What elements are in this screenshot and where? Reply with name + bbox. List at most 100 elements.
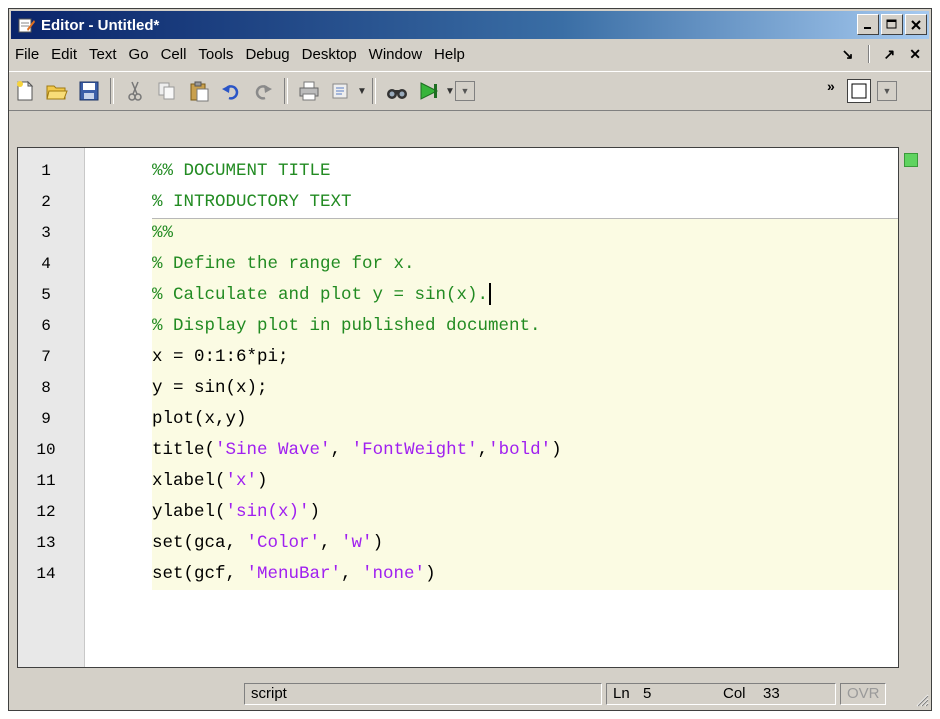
line-number: 10: [36, 441, 56, 459]
message-indicator[interactable]: [904, 153, 918, 167]
layout-icon: [851, 83, 867, 99]
code-token: ): [257, 471, 268, 491]
open-button[interactable]: [44, 78, 70, 104]
minimize-button[interactable]: [857, 14, 879, 35]
code-line[interactable]: 11 xlabel('x'): [18, 466, 898, 497]
code-text: ylabel('sin(x)'): [152, 497, 898, 528]
cut-button[interactable]: [122, 78, 148, 104]
line-number: 3: [41, 224, 51, 242]
redo-button[interactable]: [250, 78, 276, 104]
code-line[interactable]: 14 set(gcf, 'MenuBar', 'none'): [18, 559, 898, 590]
code-line[interactable]: 10 title('Sine Wave', 'FontWeight','bold'…: [18, 435, 898, 466]
code-line[interactable]: 12 ylabel('sin(x)'): [18, 497, 898, 528]
string-token: 'none': [362, 564, 426, 584]
code-line[interactable]: 4 % Define the range for x.: [18, 249, 898, 280]
line-number: 11: [36, 472, 56, 490]
code-token: plot(x,y): [152, 409, 247, 429]
layout-button[interactable]: [847, 79, 871, 103]
menu-edit[interactable]: Edit: [45, 46, 83, 63]
code-text: % Calculate and plot y = sin(x).: [152, 280, 898, 311]
menu-go[interactable]: Go: [123, 46, 155, 63]
code-line[interactable]: 3%%: [18, 218, 898, 249]
column-value: 33: [763, 685, 780, 702]
menu-bar: File Edit Text Go Cell Tools Debug Deskt…: [9, 39, 931, 69]
code-text: y = sin(x);: [152, 373, 898, 404]
publish-dropdown-arrow[interactable]: ▼: [357, 86, 367, 97]
code-line[interactable]: 7 x = 0:1:6*pi;: [18, 342, 898, 373]
code-token: set(gca,: [152, 533, 247, 553]
code-token: ): [425, 564, 436, 584]
line-number: 9: [41, 410, 51, 428]
string-token: 'w': [341, 533, 373, 553]
resize-grip-icon[interactable]: [915, 693, 929, 707]
print-button[interactable]: [296, 78, 322, 104]
layout-dropdown[interactable]: ▼: [877, 81, 897, 101]
paste-icon: [190, 81, 209, 102]
run-dropdown-arrow[interactable]: ▼: [445, 86, 455, 97]
menu-tools[interactable]: Tools: [192, 46, 239, 63]
comment-token: % INTRODUCTORY TEXT: [152, 192, 352, 212]
line-label: Ln: [613, 685, 630, 702]
code-line[interactable]: 2 % INTRODUCTORY TEXT: [18, 187, 898, 218]
title-bar[interactable]: Editor - Untitled*: [11, 11, 929, 39]
cell-divider: [152, 218, 898, 219]
cut-icon: [128, 81, 142, 101]
line-number: 13: [36, 534, 56, 552]
publish-button[interactable]: [328, 78, 354, 104]
line-value: 5: [643, 685, 652, 702]
copy-icon: [158, 82, 175, 100]
code-token: ): [372, 533, 384, 553]
code-line[interactable]: 13 set(gca, 'Color', 'w'): [18, 528, 898, 559]
code-line[interactable]: 1 %% DOCUMENT TITLE: [18, 156, 898, 187]
cursor-position-field: Ln 5 Col 33: [606, 683, 836, 705]
file-type-field: script: [244, 683, 602, 705]
toolbar-overflow[interactable]: »: [827, 78, 835, 94]
close-window-button[interactable]: [905, 14, 927, 35]
toolbar-separator: [110, 78, 114, 104]
undock-icon[interactable]: ↗: [884, 46, 896, 63]
new-file-button[interactable]: [12, 78, 38, 104]
comment-token: % Display plot in published document.: [152, 316, 541, 336]
copy-button[interactable]: [154, 78, 180, 104]
dock-icon[interactable]: ↘: [842, 46, 854, 63]
run-button[interactable]: [416, 78, 442, 104]
code-token: title(: [152, 440, 216, 460]
publish-icon: [332, 83, 348, 99]
code-text: xlabel('x'): [152, 466, 898, 497]
menu-window[interactable]: Window: [363, 46, 428, 63]
window-title: Editor - Untitled*: [41, 16, 160, 34]
close-document-icon[interactable]: ✕: [909, 46, 921, 63]
find-icon: [387, 89, 407, 99]
maximize-button[interactable]: [881, 14, 903, 35]
menu-desktop[interactable]: Desktop: [296, 46, 363, 63]
menu-text[interactable]: Text: [83, 46, 123, 63]
menu-debug[interactable]: Debug: [239, 46, 295, 63]
toolbar-separator: [284, 78, 288, 104]
undo-button[interactable]: [218, 78, 244, 104]
overwrite-indicator: OVR: [840, 683, 886, 705]
code-line[interactable]: 6 % Display plot in published document.: [18, 311, 898, 342]
redo-icon: [255, 85, 272, 100]
line-number: 12: [36, 503, 56, 521]
menu-help[interactable]: Help: [428, 46, 471, 63]
menu-divider: [867, 45, 870, 63]
code-text: plot(x,y): [152, 404, 898, 435]
code-line[interactable]: 8 y = sin(x);: [18, 373, 898, 404]
code-token: xlabel(: [152, 471, 226, 491]
string-token: 'sin(x)': [225, 502, 310, 522]
string-token: 'Sine Wave': [215, 440, 331, 460]
run-options-dropdown[interactable]: ▼: [455, 81, 475, 101]
paste-button[interactable]: [186, 78, 212, 104]
save-icon: [79, 81, 99, 101]
code-line[interactable]: 9 plot(x,y): [18, 404, 898, 435]
menu-file[interactable]: File: [9, 46, 45, 63]
line-number: 8: [41, 379, 51, 397]
print-icon: [299, 81, 319, 101]
code-line[interactable]: 5 % Calculate and plot y = sin(x).: [18, 280, 898, 311]
save-button[interactable]: [76, 78, 102, 104]
toolbar-separator: [372, 78, 376, 104]
menu-cell[interactable]: Cell: [155, 46, 193, 63]
code-token: ): [551, 440, 562, 460]
code-editor[interactable]: 1 %% DOCUMENT TITLE 2 % INTRODUCTORY TEXT 3%…: [17, 147, 899, 668]
find-button[interactable]: [384, 78, 410, 104]
